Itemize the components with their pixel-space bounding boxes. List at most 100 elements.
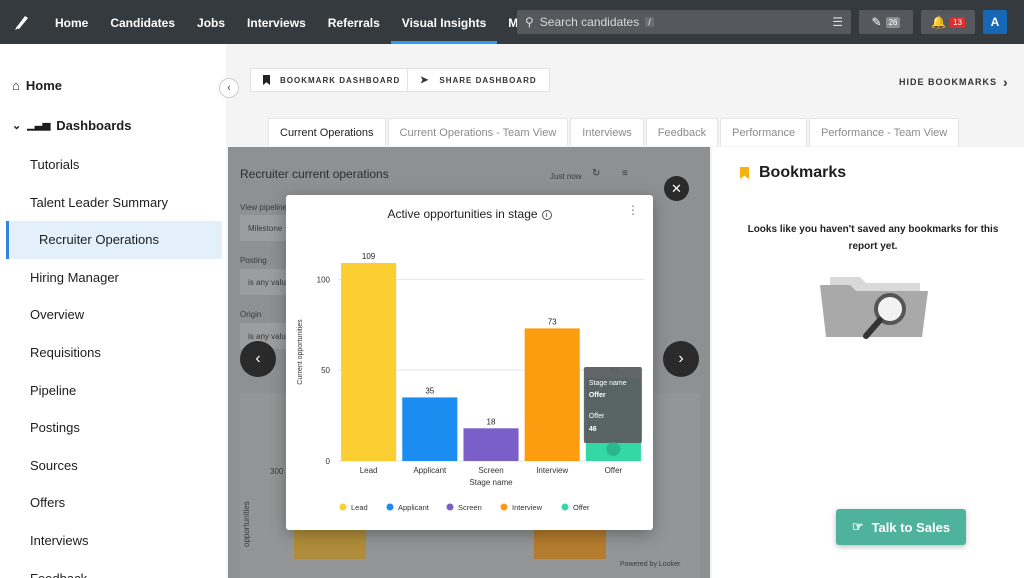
chevron-down-icon: ⌄ [12, 120, 22, 132]
tab-performance[interactable]: Performance [720, 118, 808, 146]
app-logo-icon[interactable] [0, 0, 44, 44]
sidebar-home[interactable]: ⌂ Home [12, 78, 62, 93]
tooltip-value: 46 [589, 426, 597, 433]
legend-swatch [386, 503, 394, 511]
bookmark-dashboard-label: BOOKMARK DASHBOARD [280, 75, 401, 85]
search-icon: ⚲ [525, 15, 534, 29]
filter-value-milestone: Milestone [248, 224, 283, 233]
legend-label: Interview [512, 503, 543, 512]
notifications-button[interactable]: 🔔 13 [921, 10, 975, 34]
tooltip-value: Offer [589, 392, 606, 399]
legend-label: Lead [351, 503, 368, 512]
bookmark-dashboard-button[interactable]: BOOKMARK DASHBOARD [250, 68, 414, 92]
tab-performance-team-view[interactable]: Performance - Team View [809, 118, 960, 146]
nav-home[interactable]: Home [44, 0, 99, 44]
sidebar-item-tutorials[interactable]: Tutorials [0, 146, 226, 184]
data-label: 73 [548, 317, 557, 326]
legend-swatch [500, 503, 508, 511]
bookmarks-title: Bookmarks [740, 164, 846, 182]
chevron-right-icon: › [678, 350, 684, 367]
share-dashboard-label: SHARE DASHBOARD [439, 75, 537, 85]
legend-swatch [446, 503, 454, 511]
powered-by-label: Powered by Looker [620, 561, 681, 568]
bookmarks-title-label: Bookmarks [759, 164, 847, 181]
nav-candidates[interactable]: Candidates [99, 0, 186, 44]
sidebar-item-offers[interactable]: Offers [0, 484, 226, 522]
sidebar-item-requisitions[interactable]: Requisitions [0, 334, 226, 372]
bell-icon: 🔔 [931, 15, 947, 29]
sidebar-item-feedback[interactable]: Feedback [0, 560, 226, 578]
x-tick-label: Lead [360, 466, 378, 475]
avatar[interactable]: A [983, 10, 1007, 34]
chevron-left-icon: ‹ [255, 350, 261, 367]
sidebar-item-postings[interactable]: Postings [0, 409, 226, 447]
tab-current-operations-team-view[interactable]: Current Operations - Team View [387, 118, 569, 146]
filter-value-posting: is any value [248, 278, 291, 287]
pointing-hand-icon: ☞ [851, 519, 864, 534]
filter-label-pipeline: View pipeline [240, 203, 287, 212]
filter-label-posting: Posting [240, 256, 267, 265]
close-icon: ✕ [671, 180, 682, 196]
edit-button[interactable]: ✎ 26 [859, 10, 913, 34]
previous-chart-button[interactable]: ‹ [240, 341, 276, 377]
sidebar-item-sources[interactable]: Sources [0, 447, 226, 485]
hide-bookmarks-link[interactable]: HIDE BOOKMARKS › [899, 74, 1009, 90]
background-axis-label: opportunities [242, 501, 251, 547]
sidebar-item-hiring-manager[interactable]: Hiring Manager [0, 259, 226, 297]
legend-label: Applicant [398, 503, 430, 512]
chevron-left-icon: ‹ [227, 82, 231, 94]
sidebar-dashboard-list: Tutorials Talent Leader Summary Recruite… [0, 146, 226, 578]
search-input[interactable]: ⚲ Search candidates / ☰ [517, 10, 851, 34]
bar-interview [524, 328, 580, 461]
y-tick-label: 0 [326, 457, 331, 466]
hide-bookmarks-label: HIDE BOOKMARKS [899, 77, 998, 87]
tab-interviews[interactable]: Interviews [570, 118, 644, 146]
search-shortcut-key: / [645, 17, 654, 27]
sidebar-item-talent-leader-summary[interactable]: Talent Leader Summary [0, 184, 226, 222]
cursor-icon: ➤ [420, 74, 430, 86]
background-axis-tick: 300 [270, 467, 284, 476]
sidebar-item-overview[interactable]: Overview [0, 296, 226, 334]
tooltip-label: Stage name [589, 380, 627, 387]
x-tick-label: Screen [478, 466, 503, 475]
x-tick-label: Interview [536, 466, 568, 475]
nav-referrals[interactable]: Referrals [317, 0, 391, 44]
dashboard-tabs: Current Operations Current Operations - … [268, 118, 961, 146]
tab-current-operations[interactable]: Current Operations [268, 118, 386, 146]
legend-label: Offer [573, 503, 590, 512]
tab-feedback[interactable]: Feedback [645, 118, 719, 146]
sidebar-dashboards-group[interactable]: ⌄ ▁▃▅ Dashboards [12, 118, 131, 133]
close-modal-button[interactable]: ✕ [664, 176, 689, 201]
search-placeholder: Search candidates [539, 15, 640, 29]
nav-interviews[interactable]: Interviews [236, 0, 317, 44]
sidebar-item-interviews[interactable]: Interviews [0, 522, 226, 560]
filter-icon: ≡ [622, 168, 628, 179]
sidebar-dashboards-label: Dashboards [56, 118, 132, 133]
next-chart-button[interactable]: › [663, 341, 699, 377]
legend-swatch [339, 503, 347, 511]
bookmark-icon [740, 167, 749, 179]
top-nav-bar: Home Candidates Jobs Interviews Referral… [0, 0, 1024, 44]
notification-count-badge: 13 [950, 16, 965, 28]
collapse-sidebar-button[interactable]: ‹ [219, 78, 239, 98]
data-label: 35 [425, 386, 434, 395]
legend-swatch [561, 503, 569, 511]
sidebar-item-pipeline[interactable]: Pipeline [0, 372, 226, 410]
y-axis-label: Current opportunities [297, 319, 304, 385]
bookmarks-empty-message: Looks like you haven't saved any bookmar… [747, 224, 999, 252]
share-dashboard-button[interactable]: ➤ SHARE DASHBOARD [407, 68, 550, 92]
bar-lead [341, 262, 397, 461]
nav-visual-insights[interactable]: Visual Insights [390, 0, 498, 44]
talk-to-sales-button[interactable]: ☞ Talk to Sales [836, 509, 966, 545]
y-tick-label: 100 [317, 275, 331, 284]
sidebar-item-recruiter-operations[interactable]: Recruiter Operations [6, 221, 222, 259]
x-axis-label: Stage name [469, 478, 513, 487]
nav-jobs[interactable]: Jobs [186, 0, 236, 44]
legend-label: Screen [458, 503, 482, 512]
x-tick-label: Applicant [413, 466, 447, 475]
data-label: 18 [487, 417, 496, 426]
background-bar [534, 529, 606, 559]
bar-applicant [402, 397, 458, 461]
bar-chart: 0 50 100 Current opportunities 109 Lead 35 Appl… [297, 252, 644, 512]
filter-sliders-icon[interactable]: ☰ [832, 15, 843, 29]
